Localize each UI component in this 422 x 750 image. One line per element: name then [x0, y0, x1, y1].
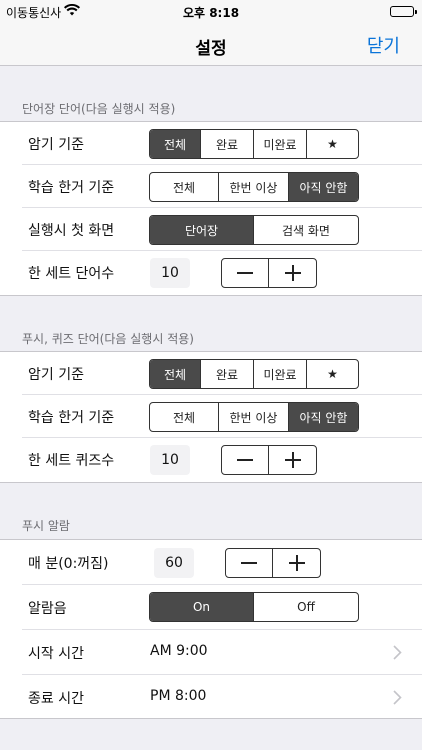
start-time-value: AM 9:00 [150, 643, 208, 659]
row-label: 시작 시간 [28, 646, 84, 662]
end-time-value: PM 8:00 [150, 688, 207, 704]
plus-icon[interactable] [273, 549, 320, 577]
word-settings-group: 암기 기준 전체 완료 미완료 ★ 학습 한거 기준 전체 한번 이상 아직 안… [0, 121, 422, 296]
quiz-set-count-stepper [221, 445, 317, 475]
plus-icon[interactable] [269, 446, 316, 474]
segment-not-yet[interactable]: 아직 안함 [289, 403, 358, 431]
section-header-quiz: 푸시, 퀴즈 단어(다음 실행시 적용) [22, 332, 194, 346]
start-time-row[interactable]: 시작 시간 AM 9:00 [0, 630, 422, 675]
word-startup-row: 실행시 첫 화면 단어장 검색 화면 [0, 208, 422, 251]
word-study-segmented-control: 전체 한번 이상 아직 안함 [149, 172, 359, 202]
segment-complete[interactable]: 완료 [201, 360, 254, 388]
row-label: 학습 한거 기준 [28, 180, 115, 196]
segment-incomplete[interactable]: 미완료 [254, 130, 307, 158]
page-title: 설정 [195, 39, 227, 59]
word-set-count-value: 10 [150, 258, 190, 288]
push-settings-group: 매 분(0:꺼짐) 60 알람음 On Off 시작 시간 AM 9:00 종료… [0, 539, 422, 719]
chevron-right-icon [393, 645, 402, 664]
minus-icon[interactable] [226, 549, 273, 577]
row-label: 암기 기준 [28, 137, 84, 153]
status-bar: 이동통신사 오후 8:18 [0, 0, 422, 22]
segment-search-screen[interactable]: 검색 화면 [254, 216, 358, 244]
push-interval-stepper [225, 548, 321, 578]
plus-icon[interactable] [269, 259, 316, 287]
quiz-set-count-value: 10 [150, 445, 190, 475]
segment-not-yet[interactable]: 아직 안함 [289, 173, 358, 201]
quiz-memorize-row: 암기 기준 전체 완료 미완료 ★ [0, 352, 422, 395]
quiz-study-segmented-control: 전체 한번 이상 아직 안함 [149, 402, 359, 432]
segment-star[interactable]: ★ [307, 130, 358, 158]
close-button[interactable]: 닫기 [367, 32, 400, 58]
segment-star[interactable]: ★ [307, 360, 358, 388]
row-label: 실행시 첫 화면 [28, 223, 115, 239]
segment-all[interactable]: 전체 [150, 403, 219, 431]
end-time-row[interactable]: 종료 시간 PM 8:00 [0, 675, 422, 720]
chevron-right-icon [393, 690, 402, 709]
segment-off[interactable]: Off [254, 593, 358, 621]
segment-all[interactable]: 전체 [150, 360, 201, 388]
alarm-sound-segmented-control: On Off [149, 592, 359, 622]
segment-on[interactable]: On [150, 593, 254, 621]
word-set-count-row: 한 세트 단어수 10 [0, 251, 422, 294]
navigation-bar: 설정 닫기 [0, 22, 422, 66]
segment-complete[interactable]: 완료 [201, 130, 254, 158]
segment-incomplete[interactable]: 미완료 [254, 360, 307, 388]
segment-once-or-more[interactable]: 한번 이상 [219, 173, 289, 201]
status-time: 오후 8:18 [182, 6, 240, 20]
push-interval-value: 60 [154, 548, 194, 578]
row-label: 종료 시간 [28, 691, 84, 707]
word-study-row: 학습 한거 기준 전체 한번 이상 아직 안함 [0, 165, 422, 208]
word-memorize-segmented-control: 전체 완료 미완료 ★ [149, 129, 359, 159]
battery-icon [390, 6, 417, 17]
segment-all[interactable]: 전체 [150, 173, 219, 201]
minus-icon[interactable] [222, 259, 269, 287]
segment-all[interactable]: 전체 [150, 130, 201, 158]
row-label: 매 분(0:꺼짐) [28, 556, 109, 572]
word-set-count-stepper [221, 258, 317, 288]
word-memorize-row: 암기 기준 전체 완료 미완료 ★ [0, 122, 422, 165]
quiz-set-count-row: 한 세트 퀴즈수 10 [0, 438, 422, 481]
quiz-memorize-segmented-control: 전체 완료 미완료 ★ [149, 359, 359, 389]
row-label: 알람음 [28, 601, 67, 617]
segment-wordbook[interactable]: 단어장 [150, 216, 254, 244]
row-label: 한 세트 단어수 [28, 266, 115, 282]
row-label: 암기 기준 [28, 367, 84, 383]
quiz-study-row: 학습 한거 기준 전체 한번 이상 아직 안함 [0, 395, 422, 438]
section-header-push: 푸시 알람 [22, 519, 70, 533]
segment-once-or-more[interactable]: 한번 이상 [219, 403, 289, 431]
quiz-settings-group: 암기 기준 전체 완료 미완료 ★ 학습 한거 기준 전체 한번 이상 아직 안… [0, 351, 422, 483]
push-sound-row: 알람음 On Off [0, 585, 422, 630]
section-header-word: 단어장 단어(다음 실행시 적용) [22, 102, 176, 116]
row-label: 학습 한거 기준 [28, 410, 115, 426]
minus-icon[interactable] [222, 446, 269, 474]
startup-screen-segmented-control: 단어장 검색 화면 [149, 215, 359, 245]
row-label: 한 세트 퀴즈수 [28, 453, 115, 469]
push-interval-row: 매 분(0:꺼짐) 60 [0, 540, 422, 585]
